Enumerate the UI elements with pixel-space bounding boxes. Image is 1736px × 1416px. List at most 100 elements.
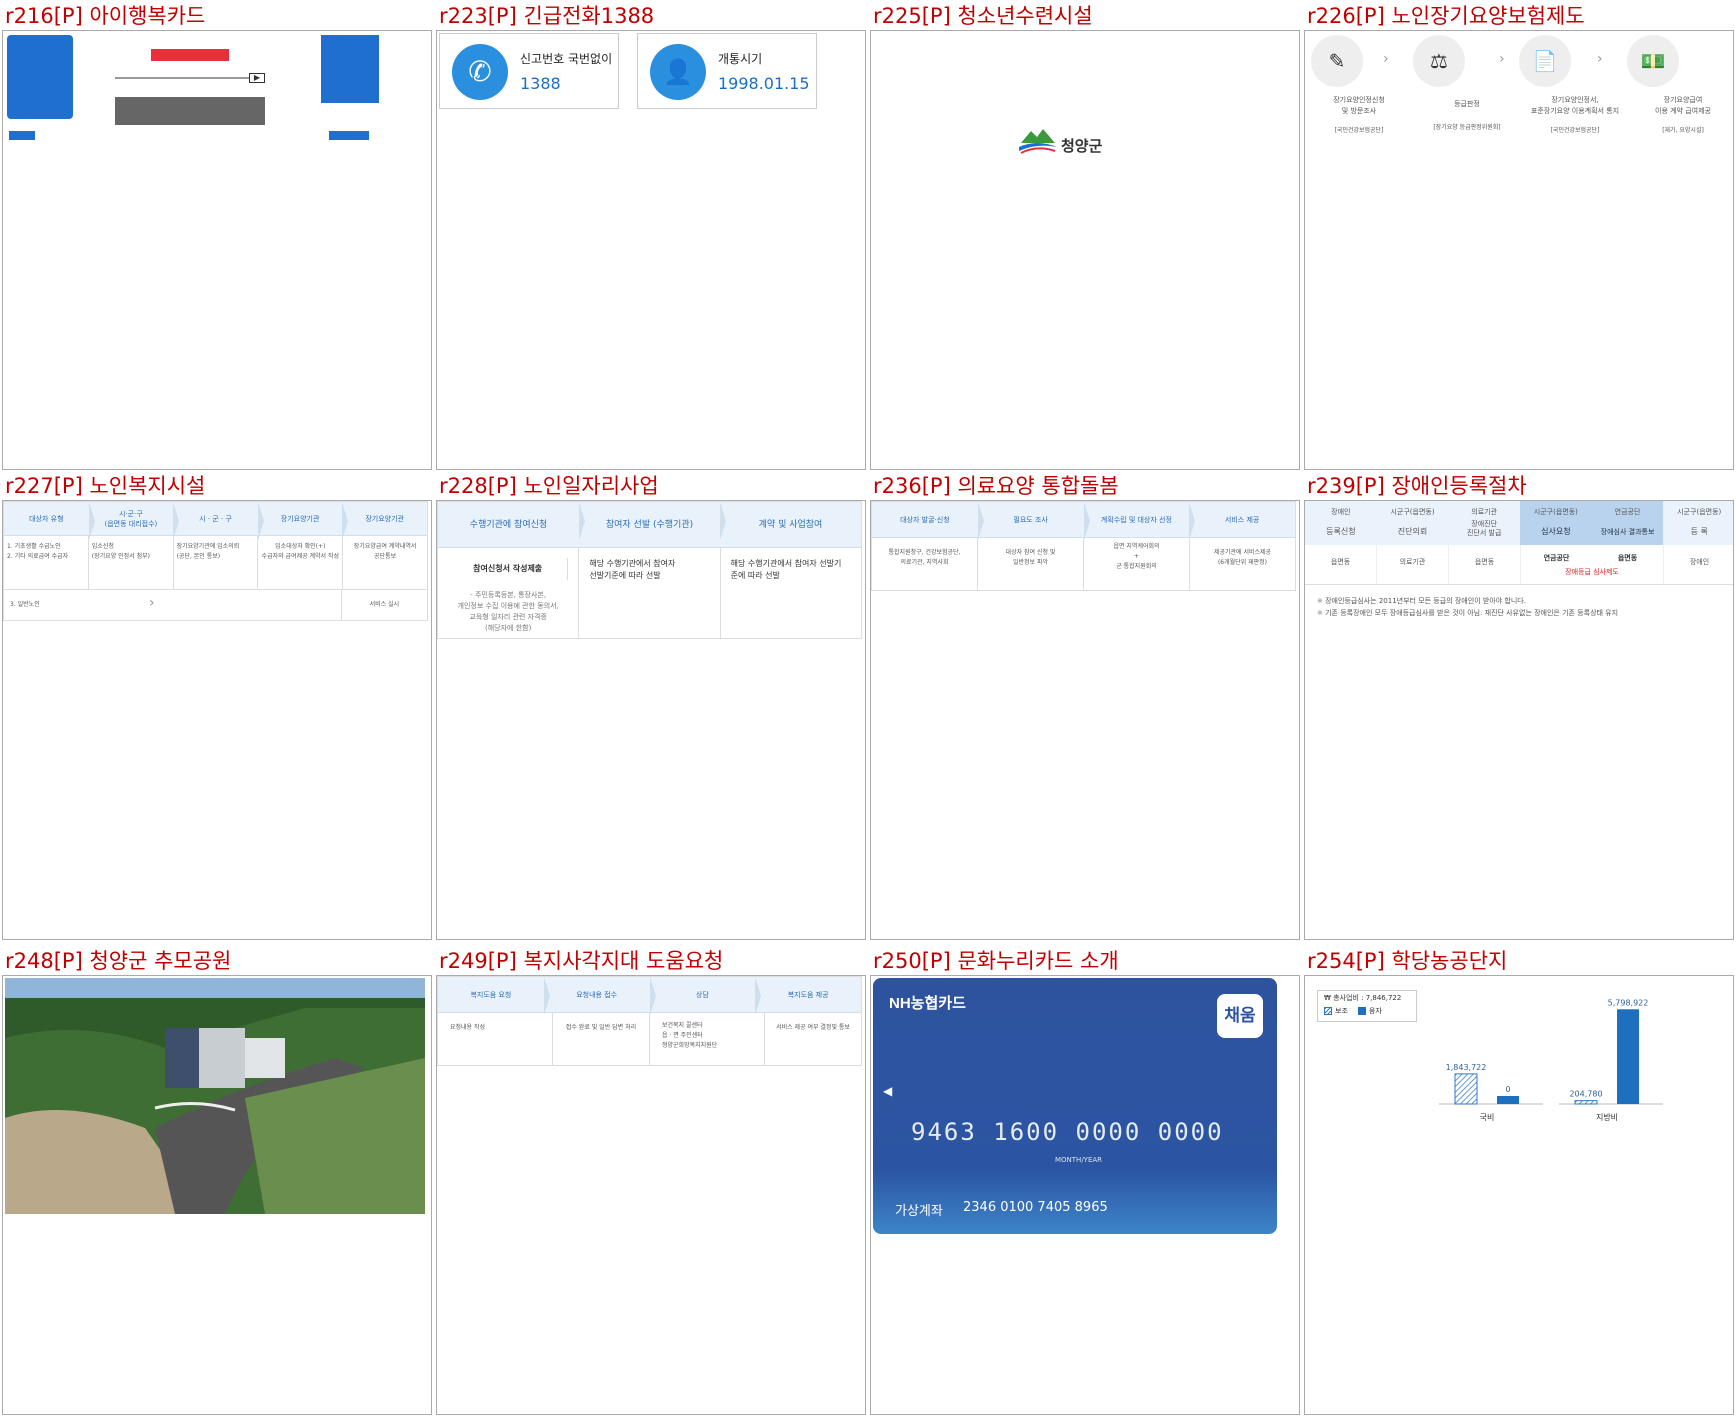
- panel-r239-box: 장애인 등록신청 시군구(읍면동) 진단의뢰 의료기관 장애진단 진단서 발급 시군구…: [1304, 500, 1734, 940]
- step-4: 장기요양급여 이용 계약 급여제공 [재가, 요양시설]: [1655, 96, 1711, 134]
- flow-row: 참여신청서 작성제출 - 주민등록등본, 통장사본, 개인정보 수집 이용에 관…: [438, 548, 861, 638]
- panel-grid: r216[P] 아이행복카드 ▶ r223[P] 긴급전화1388 ✆ 신고번호…: [0, 0, 1736, 1416]
- panel-r228: r228[P] 노인일자리사업 수행기관에 참여신청 참여자 선발 (수행기관)…: [434, 470, 866, 940]
- panel-r216-box: ▶: [2, 30, 432, 470]
- panel-r249: r249[P] 복지사각지대 도움요청 복지도움 요청 요청내용 접수 상담 복…: [434, 945, 866, 1415]
- divider-line: [115, 77, 255, 79]
- triangle-left-icon: ◀: [883, 1084, 893, 1098]
- bar-chart: 1,843,722 0 국비 204,780 5,798,922 지방비: [1439, 998, 1663, 1122]
- blue-block-left: [7, 35, 73, 119]
- virtual-account-number: 2346 0100 7405 8965: [963, 1200, 1108, 1215]
- virtual-account-label: 가상계좌: [895, 1204, 943, 1219]
- panel-r226-box: ✎ › ⚖ › 📄 › 💵 장기요양인정신청 및 방문조사 [국민건강보험공단]…: [1304, 30, 1734, 470]
- panel-r228-box: 수행기관에 참여신청 참여자 선발 (수행기관) 계약 및 사업참여 참여신청서…: [436, 500, 866, 940]
- panel-title: r248[P] 청양군 추모공원: [5, 949, 232, 973]
- card-value: 1998.01.15: [718, 74, 810, 93]
- pen-icon: ✎: [1311, 35, 1363, 87]
- bar-지방비-융자: [1617, 1009, 1639, 1104]
- panel-title: r226[P] 노인장기요양보험제도: [1307, 4, 1585, 28]
- chevron-right-icon: ›: [1383, 51, 1389, 67]
- panel-title: r223[P] 긴급전화1388: [439, 4, 655, 28]
- blue-block-right: [321, 35, 379, 103]
- panel-r254: r254[P] 학당농공단지 ₩ 총사업비 : 7,846,722 보조 융자 …: [1302, 945, 1734, 1415]
- red-note: 장애등급 심사제도: [1565, 568, 1619, 576]
- panel-title: r249[P] 복지사각지대 도움요청: [439, 949, 724, 973]
- info-card-date: 👤 개통시기 1998.01.15: [637, 33, 817, 109]
- panel-r248-box: [2, 975, 432, 1415]
- bar-국비-보조: [1454, 1073, 1478, 1105]
- panel-r249-box: 복지도움 요청 요청내용 접수 상담 복지도움 제공 요청내용 작성 접수 완료…: [436, 975, 866, 1415]
- panel-title: r236[P] 의료요양 통합돌봄: [873, 474, 1119, 498]
- blue-bar-left: [9, 131, 35, 140]
- panel-r216: r216[P] 아이행복카드 ▶: [0, 0, 432, 470]
- panel-r250-box: NH농협카드 채움 ◀ 9463 1600 0000 0000 MONTH/YE…: [870, 975, 1300, 1415]
- panel-r223-box: ✆ 신고번호 국번없이 1388 👤 개통시기 1998.01.15: [436, 30, 866, 470]
- info-card-number: ✆ 신고번호 국번없이 1388: [439, 33, 619, 109]
- panel-r226: r226[P] 노인장기요양보험제도 ✎ › ⚖ › 📄 › 💵 장기요양인정신…: [1302, 0, 1734, 470]
- panel-r225-box: 청양군: [870, 30, 1300, 470]
- card-brand: NH농협카드: [889, 995, 966, 1012]
- panel-title: r225[P] 청소년수련시설: [873, 4, 1093, 28]
- card-label: 신고번호 국번없이: [520, 52, 613, 66]
- step-2: 등급판정 [장기요양 등급판정위원회]: [1433, 100, 1501, 131]
- panel-r250: r250[P] 문화누리카드 소개 NH농협카드 채움 ◀ 9463 1600 …: [868, 945, 1300, 1415]
- flow-row: 통합지원창구, 건강보험공단, 의료기관, 지역사회 대상자 참여 신청 및 일…: [872, 538, 1295, 590]
- bar-국비-융자: [1497, 1096, 1519, 1104]
- panel-r227-box: 대상자 유형 시·군·구 (읍면동 대리접수) 시 · 군 · 구 장기요양기관…: [2, 500, 432, 940]
- panel-title: r216[P] 아이행복카드: [5, 4, 206, 28]
- panel-r239: r239[P] 장애인등록절차 장애인 등록신청 시군구(읍면동) 진단의뢰 의료기…: [1302, 470, 1734, 940]
- panel-r223: r223[P] 긴급전화1388 ✆ 신고번호 국번없이 1388 👤 개통시기…: [434, 0, 866, 470]
- arrow-icon: ▶: [249, 73, 265, 83]
- card-badge: 채움: [1217, 994, 1263, 1038]
- panel-r225: r225[P] 청소년수련시설 청양군: [868, 0, 1300, 470]
- step-3: 장기요양인정서, 표준장기요양 이용계획서 통지 [국민건강보험공단]: [1530, 96, 1620, 134]
- panel-title: r227[P] 노인복지시설: [5, 474, 206, 498]
- panel-title: r250[P] 문화누리카드 소개: [873, 949, 1119, 973]
- flow-row: 요청내용 작성 접수 완료 및 일반 답변 처리 보건복지 콜센터 읍 · 면 …: [438, 1013, 861, 1065]
- panel-title: r228[P] 노인일자리사업: [439, 474, 659, 498]
- panel-r227: r227[P] 노인복지시설 대상자 유형 시·군·구 (읍면동 대리접수) 시…: [0, 470, 432, 940]
- category-label: 국비: [1480, 1113, 1495, 1122]
- bar-지방비-보조: [1574, 1100, 1598, 1105]
- flow-header: 수행기관에 참여신청 참여자 선발 (수행기관) 계약 및 사업참여: [438, 502, 861, 548]
- card-value: 1388: [520, 74, 561, 93]
- category-label: 지방비: [1596, 1112, 1618, 1122]
- logo-text: 청양군: [1061, 137, 1103, 155]
- flow-header: 복지도움 요청 요청내용 접수 상담 복지도움 제공: [438, 977, 861, 1015]
- card-label: 개통시기: [718, 52, 763, 66]
- person-icon: 👤: [650, 44, 706, 100]
- county-logo-icon: [1019, 129, 1057, 154]
- panel-title: r254[P] 학당농공단지: [1307, 949, 1508, 973]
- flow-row: 1. 기초생활 수급노인 2. 기타 의료급여 수급자 입소신청 (장기요양 인…: [4, 536, 427, 590]
- money-icon: 💵: [1627, 35, 1679, 87]
- flow-header: 대상자 발굴·신청 필요도 조사 계획수립 및 대상자 선정 서비스 제공: [872, 502, 1295, 540]
- chevron-right-icon: ›: [1597, 51, 1603, 67]
- panel-r254-box: ₩ 총사업비 : 7,846,722 보조 융자 1,843,722 0 국비 204…: [1304, 975, 1734, 1415]
- chevron-right-icon: ›: [149, 595, 155, 611]
- card-number: 9463 1600 0000 0000: [911, 1118, 1224, 1146]
- flow-header: 대상자 유형 시·군·구 (읍면동 대리접수) 시 · 군 · 구 장기요양기관…: [4, 502, 427, 540]
- panel-r248: r248[P] 청양군 추모공원: [0, 945, 432, 1415]
- bar-value-label: 1,843,722: [1446, 1063, 1487, 1072]
- card-month-year: MONTH/YEAR: [1055, 1156, 1103, 1164]
- step-1: 장기요양인정신청 및 방문조사 [국민건강보험공단]: [1333, 96, 1385, 134]
- red-bar: [151, 49, 229, 61]
- panel-r236: r236[P] 의료요양 통합돌봄 대상자 발굴·신청 필요도 조사 계획수립 …: [868, 470, 1300, 940]
- bar-value-label: 204,780: [1569, 1090, 1602, 1099]
- gray-block: [115, 97, 265, 125]
- bar-value-label: 5,798,922: [1608, 998, 1649, 1007]
- flow-row: 3. 일반노인 서비스 실시: [4, 590, 427, 620]
- panel-title: r239[P] 장애인등록절차: [1307, 474, 1527, 498]
- gavel-icon: ⚖: [1413, 35, 1465, 87]
- blue-bar-right: [329, 131, 369, 140]
- flow-row: 읍면동 의료기관 읍면동 연금공단 읍면동 장애등급 심사제도 장애인: [1305, 545, 1733, 585]
- phone-icon: ✆: [452, 44, 508, 100]
- culture-card: NH농협카드 채움 ◀ 9463 1600 0000 0000 MONTH/YE…: [873, 978, 1277, 1234]
- panel-r236-box: 대상자 발굴·신청 필요도 조사 계획수립 및 대상자 선정 서비스 제공 통합…: [870, 500, 1300, 940]
- document-icon: 📄: [1519, 35, 1571, 87]
- bar-value-label: 0: [1505, 1085, 1510, 1094]
- chevron-right-icon: ›: [1499, 51, 1505, 67]
- notes: ※ 장애인등급심사는 2011년부터 모든 등급의 장애인이 받아야 합니다. …: [1317, 597, 1619, 617]
- memorial-park-photo: [5, 978, 425, 1214]
- flow-header: 장애인 등록신청 시군구(읍면동) 진단의뢰 의료기관 장애진단 진단서 발급 시군구…: [1305, 501, 1733, 545]
